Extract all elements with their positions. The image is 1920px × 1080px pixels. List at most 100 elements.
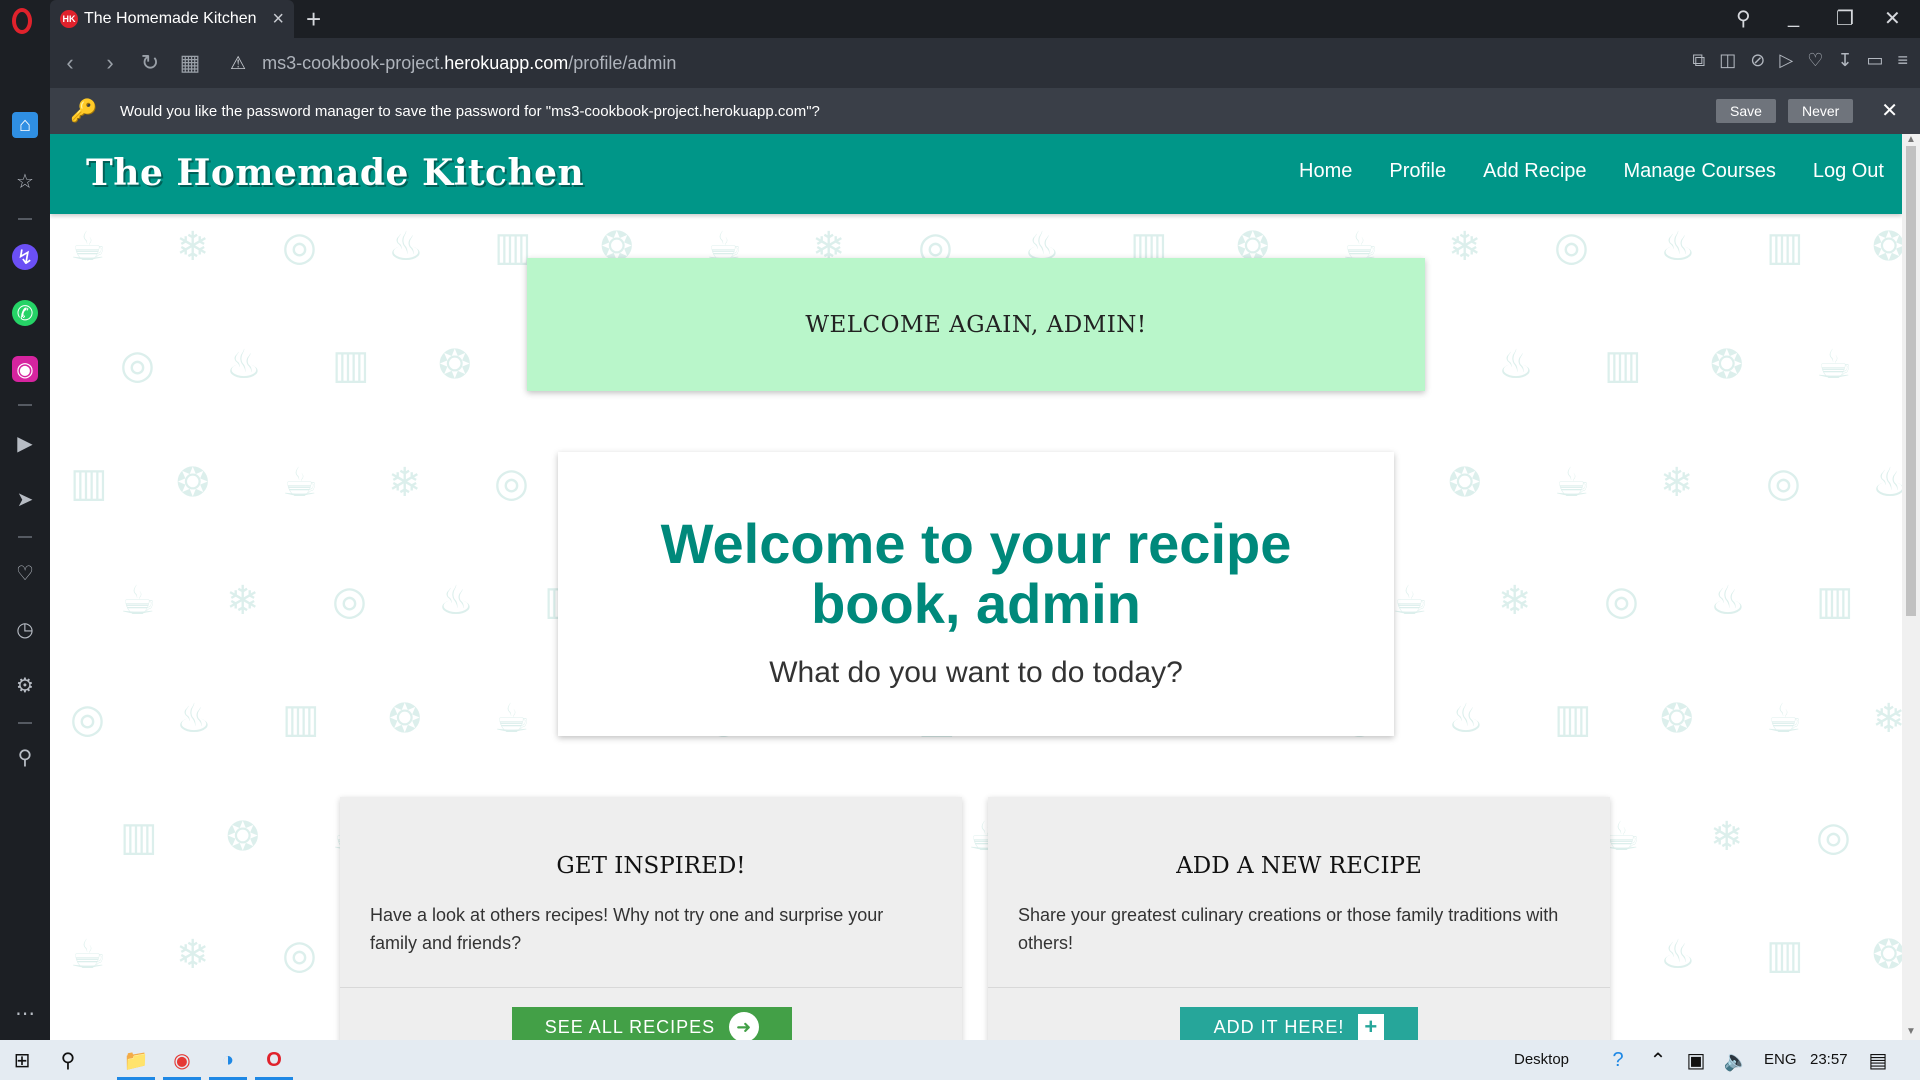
pattern-glyph: ◎ (1604, 579, 1639, 623)
scroll-down-icon[interactable]: ▼ (1906, 1026, 1916, 1037)
tab-title: The Homemade Kitchen (84, 10, 257, 27)
pattern-glyph: ☕ (282, 461, 318, 505)
edge-icon[interactable]: ◑ (216, 1048, 240, 1072)
pattern-glyph: ☕ (70, 933, 106, 977)
whatsapp-icon[interactable]: ✆ (12, 300, 38, 326)
page-scrollbar[interactable]: ▲ ▼ (1902, 134, 1920, 1040)
nav-profile[interactable]: Profile (1389, 160, 1446, 183)
opera-taskbar-icon[interactable]: O (262, 1048, 286, 1072)
bookmarks-icon[interactable]: ♡ (12, 560, 38, 586)
pattern-glyph: ❄ (176, 225, 210, 269)
pattern-glyph: ☕ (1554, 461, 1590, 505)
pattern-glyph: ◎ (332, 579, 367, 623)
battery-icon[interactable]: ▭ (1866, 50, 1883, 71)
card-divider (988, 987, 1610, 988)
welcome-flash-message: WELCOME AGAIN, ADMIN! (527, 258, 1425, 391)
adblock-icon[interactable]: ⊘ (1750, 50, 1765, 71)
share-icon[interactable]: ⧉ (1692, 50, 1705, 71)
pattern-glyph: ☕ (70, 225, 106, 269)
tips-icon[interactable]: ⚲ (12, 744, 38, 770)
key-icon: 🔑 (70, 98, 98, 123)
messenger-icon[interactable]: ↯ (12, 244, 38, 270)
history-icon[interactable]: ◷ (12, 616, 38, 642)
new-tab-icon[interactable]: + (306, 4, 321, 35)
nav-manage-courses[interactable]: Manage Courses (1624, 160, 1776, 183)
player-icon[interactable]: ▶ (12, 430, 38, 456)
see-all-recipes-button[interactable]: SEE ALL RECIPES ➜ (512, 1007, 792, 1040)
pattern-glyph: ☕ (494, 697, 530, 741)
scrollbar-thumb[interactable] (1906, 146, 1916, 616)
hero-subtitle: What do you want to do today? (769, 656, 1183, 689)
search-tabs-icon[interactable]: ⚲ (1736, 6, 1751, 31)
pattern-glyph: ♨ (1710, 579, 1746, 623)
reload-icon[interactable]: ↻ (130, 50, 170, 76)
download-icon[interactable]: ↧ (1837, 50, 1852, 71)
pattern-glyph: ❄ (1710, 815, 1744, 859)
pattern-glyph: ❂ (1448, 461, 1482, 505)
heart-icon[interactable]: ♡ (1807, 50, 1823, 71)
desktop-toolbar-label[interactable]: Desktop (1514, 1051, 1569, 1068)
search-icon[interactable]: ⚲ (56, 1048, 80, 1072)
tabs-grid-icon[interactable]: ▦ (170, 50, 210, 76)
more-icon[interactable]: ⋯ (12, 1000, 38, 1026)
scroll-up-icon[interactable]: ▲ (1906, 134, 1916, 145)
camera-icon[interactable]: ◫ (1719, 50, 1736, 71)
warning-icon[interactable]: ⚠ (230, 53, 246, 74)
clock[interactable]: 23:57 (1810, 1051, 1848, 1068)
pattern-glyph: ◎ (1816, 815, 1851, 859)
file-explorer-icon[interactable]: 📁 (124, 1048, 149, 1072)
volume-icon[interactable]: 🔈 (1724, 1048, 1749, 1072)
url-field[interactable]: ⚠ ms3-cookbook-project. herokuapp.com /p… (230, 53, 676, 74)
sidebar-divider (18, 218, 32, 220)
close-password-bar-icon[interactable]: ✕ (1881, 98, 1898, 123)
language-indicator[interactable]: ENG (1764, 1051, 1797, 1068)
pattern-glyph: ▥ (1816, 579, 1854, 623)
pattern-glyph: ▥ (332, 343, 370, 387)
browser-tab[interactable]: HK The Homemade Kitchen × (50, 0, 294, 38)
pattern-glyph: ▥ (1554, 697, 1592, 741)
start-icon[interactable]: ⊞ (10, 1048, 34, 1072)
back-icon[interactable]: ‹ (50, 50, 90, 76)
opera-logo-icon[interactable] (12, 8, 32, 34)
home-icon[interactable]: ⌂ (12, 112, 38, 138)
plus-box-icon: + (1358, 1014, 1385, 1040)
notifications-icon[interactable]: ▤ (1866, 1048, 1890, 1072)
flow-icon[interactable]: ➤ (12, 486, 38, 512)
add-it-here-button[interactable]: ADD IT HERE! + (1180, 1007, 1418, 1040)
pattern-glyph: ◎ (120, 343, 155, 387)
site-brand-logo[interactable]: The Homemade Kitchen (86, 152, 584, 194)
nav-add-recipe[interactable]: Add Recipe (1483, 160, 1586, 183)
address-bar: ‹ › ↻ ▦ ⚠ ms3-cookbook-project. herokuap… (50, 38, 1920, 88)
pattern-glyph: ▥ (1766, 225, 1804, 269)
tab-close-icon[interactable]: × (272, 8, 284, 31)
nav-home[interactable]: Home (1299, 160, 1352, 183)
pattern-glyph: ❄ (1498, 579, 1532, 623)
pattern-glyph: ▥ (120, 815, 158, 859)
restore-icon[interactable]: ❐ (1836, 6, 1854, 31)
button-label: ADD IT HERE! (1213, 1016, 1345, 1037)
minimize-icon[interactable]: _ (1788, 6, 1799, 29)
forward-icon[interactable]: › (90, 50, 130, 76)
send-icon[interactable]: ▷ (1779, 50, 1793, 71)
nav-log-out[interactable]: Log Out (1813, 160, 1884, 183)
card-divider (340, 987, 962, 988)
pattern-glyph: ❄ (226, 579, 260, 623)
sidebar-divider (18, 404, 32, 406)
pattern-glyph: ☕ (1816, 343, 1852, 387)
save-password-button[interactable]: Save (1716, 99, 1776, 123)
settings-icon[interactable]: ⚙ (12, 672, 38, 698)
pattern-glyph: ♨ (1448, 697, 1484, 741)
easy-setup-icon[interactable]: ≡ (1897, 50, 1908, 71)
site-navbar: The Homemade Kitchen Home Profile Add Re… (50, 134, 1902, 214)
instagram-icon[interactable]: ◉ (12, 356, 38, 382)
tray-chevron-icon[interactable]: ⌃ (1646, 1048, 1670, 1072)
hero-card: Welcome to your recipe book, admin What … (558, 452, 1394, 736)
display-icon[interactable]: ▣ (1684, 1048, 1708, 1072)
help-icon[interactable]: ? (1606, 1048, 1630, 1072)
button-label: SEE ALL RECIPES (544, 1016, 716, 1037)
pattern-glyph: ◎ (1554, 225, 1589, 269)
speed-dial-icon[interactable]: ☆ (12, 168, 38, 194)
close-window-icon[interactable]: ✕ (1884, 6, 1901, 31)
chrome-icon[interactable]: ◉ (170, 1048, 194, 1072)
never-save-button[interactable]: Never (1788, 99, 1854, 123)
